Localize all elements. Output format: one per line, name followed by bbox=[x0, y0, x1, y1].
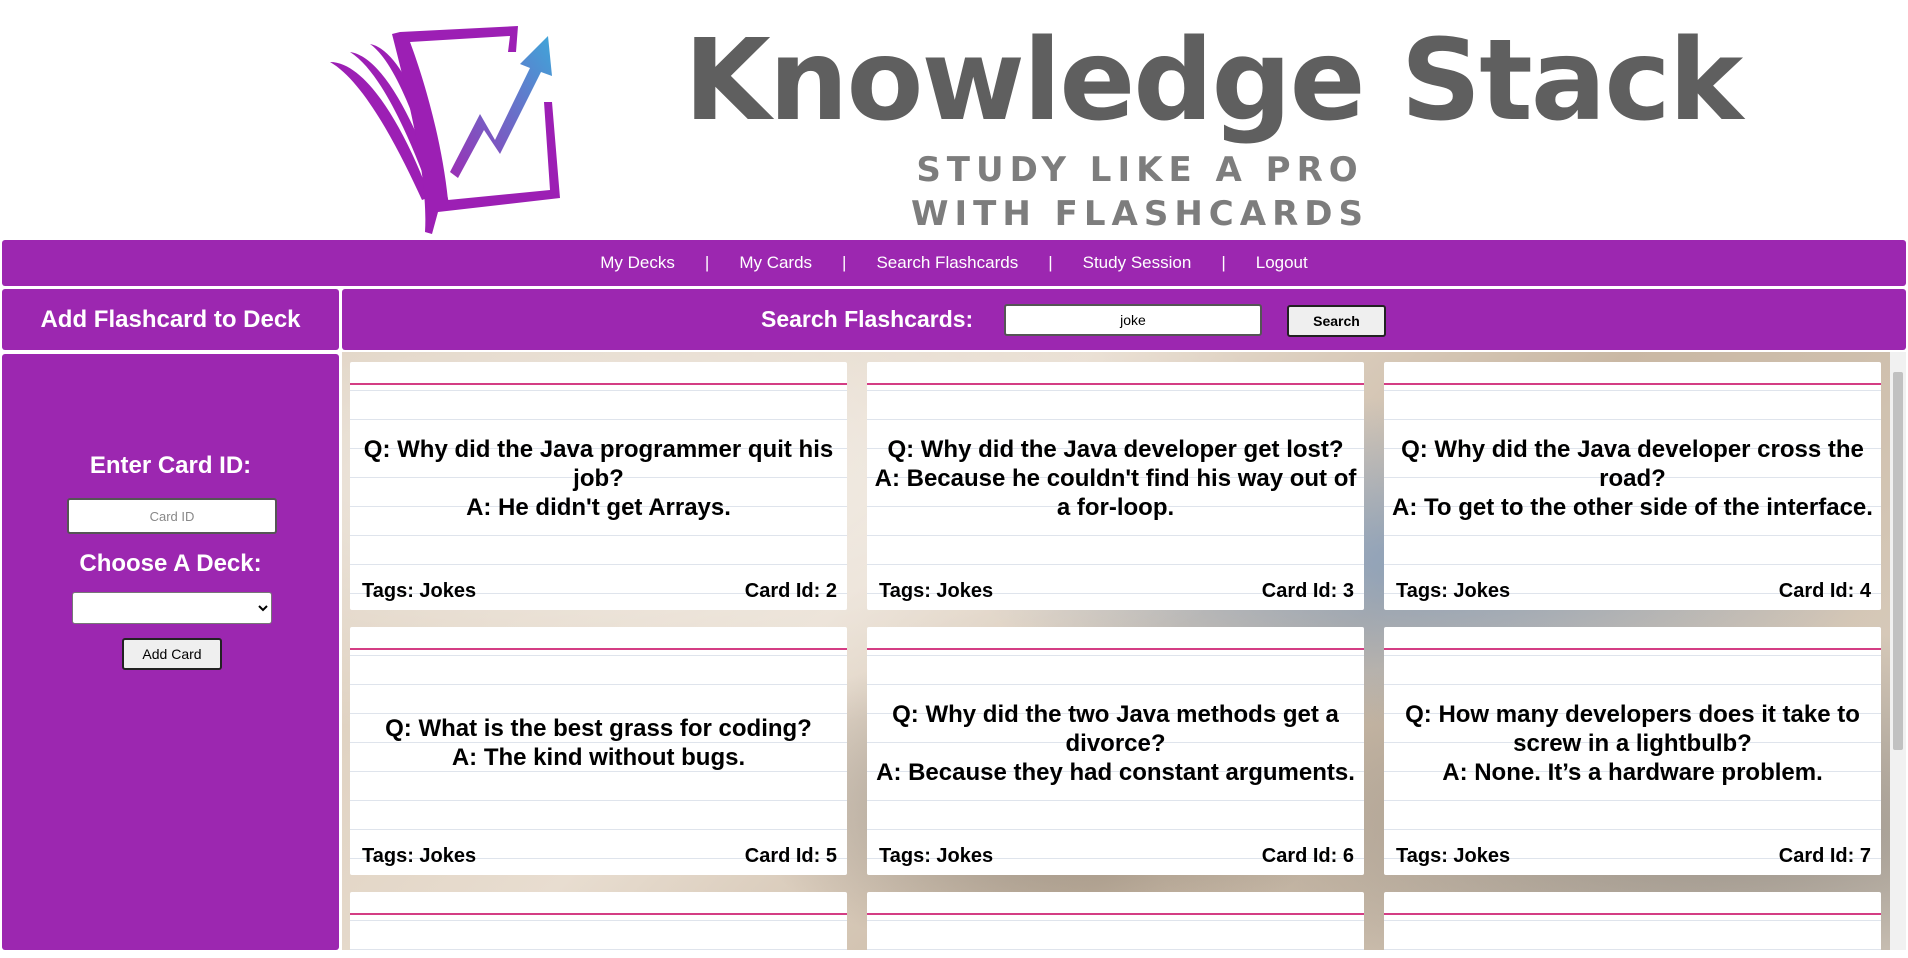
card-id: Card Id: 5 bbox=[744, 845, 837, 867]
search-bar: Search Flashcards: Search bbox=[342, 289, 1906, 350]
add-flashcard-title: Add Flashcard to Deck bbox=[2, 289, 339, 350]
card-question: Q: Why did the two Java methods get a di… bbox=[892, 700, 1339, 757]
card-id: Card Id: 4 bbox=[1778, 580, 1871, 602]
card-id: Card Id: 7 bbox=[1778, 845, 1871, 867]
flashcard[interactable]: Q: Why did the Java developer get lost? … bbox=[867, 362, 1364, 610]
card-tags: Tags: Jokes bbox=[1396, 580, 1511, 602]
nav-separator: | bbox=[842, 253, 847, 272]
nav-logout[interactable]: Logout bbox=[1256, 253, 1308, 273]
main-nav: My Decks | My Cards | Search Flashcards … bbox=[2, 240, 1906, 286]
results-scrollbar[interactable] bbox=[1890, 352, 1906, 950]
card-answer: A: Because he couldn't find his way out … bbox=[874, 464, 1357, 521]
cards-grid: Q: Why did the Java programmer quit his … bbox=[350, 362, 1881, 950]
card-body: Q: Why did the Java developer cross the … bbox=[1388, 392, 1877, 564]
nav-separator: | bbox=[704, 253, 710, 272]
flashcard[interactable]: Q: What is the best grass for coding? A:… bbox=[350, 627, 847, 875]
add-flashcard-panel: Enter Card ID: Choose A Deck: Add Card bbox=[2, 354, 339, 950]
search-input[interactable] bbox=[1004, 304, 1262, 336]
card-body: Q: What is the best grass for coding? A:… bbox=[354, 657, 843, 829]
card-question: Q: Why did the Java programmer quit his … bbox=[363, 435, 834, 492]
card-id: Card Id: 6 bbox=[1261, 845, 1354, 867]
flashcard[interactable] bbox=[1384, 892, 1881, 950]
search-results[interactable]: Q: Why did the Java programmer quit his … bbox=[342, 352, 1890, 950]
card-tags: Tags: Jokes bbox=[879, 845, 994, 867]
nav-my-decks[interactable]: My Decks bbox=[600, 253, 675, 273]
nav-my-cards[interactable]: My Cards bbox=[739, 253, 812, 273]
card-question: Q: Why did the Java developer cross the … bbox=[1401, 435, 1864, 492]
card-body: Q: Why did the Java developer get lost? … bbox=[871, 392, 1360, 564]
card-answer: A: Because they had constant arguments. bbox=[876, 758, 1355, 786]
card-tags: Tags: Jokes bbox=[879, 580, 994, 602]
nav-separator: | bbox=[1221, 253, 1226, 272]
card-tags: Tags: Jokes bbox=[362, 580, 477, 602]
scrollbar-thumb[interactable] bbox=[1893, 372, 1903, 750]
card-body: Q: Why did the two Java methods get a di… bbox=[871, 657, 1360, 829]
card-id-input[interactable] bbox=[67, 498, 277, 534]
card-id-label: Enter Card ID: bbox=[89, 452, 252, 479]
nav-study-session[interactable]: Study Session bbox=[1083, 253, 1192, 273]
deck-select[interactable] bbox=[72, 592, 272, 624]
card-answer: A: He didn't get Arrays. bbox=[466, 493, 731, 521]
card-question: Q: Why did the Java developer get lost? bbox=[887, 435, 1344, 463]
flashcard[interactable]: Q: Why did the Java programmer quit his … bbox=[350, 362, 847, 610]
card-question: Q: What is the best grass for coding? bbox=[385, 715, 812, 742]
flashcard[interactable] bbox=[867, 892, 1364, 950]
deck-label: Choose A Deck: bbox=[79, 550, 262, 577]
card-question: Q: How many developers does it take to s… bbox=[1405, 700, 1860, 757]
card-tags: Tags: Jokes bbox=[1396, 845, 1511, 867]
search-label: Search Flashcards: bbox=[761, 306, 974, 332]
card-id: Card Id: 3 bbox=[1261, 580, 1354, 602]
flashcard[interactable] bbox=[350, 892, 847, 950]
add-card-button[interactable]: Add Card bbox=[122, 638, 222, 670]
nav-search-flashcards[interactable]: Search Flashcards bbox=[876, 253, 1018, 273]
card-body: Q: Why did the Java programmer quit his … bbox=[354, 392, 843, 564]
card-body: Q: How many developers does it take to s… bbox=[1388, 657, 1877, 829]
card-answer: A: To get to the other side of the inter… bbox=[1392, 493, 1873, 521]
site-header: Knowledge Stack STUDY LIKE A PRO WITH FL… bbox=[0, 0, 1908, 238]
brand-title: Knowledge Stack bbox=[684, 16, 1743, 146]
card-tags: Tags: Jokes bbox=[362, 845, 477, 867]
search-button[interactable]: Search bbox=[1287, 305, 1386, 337]
flashcard[interactable]: Q: Why did the Java developer cross the … bbox=[1384, 362, 1881, 610]
card-id: Card Id: 2 bbox=[744, 580, 837, 602]
card-answer: A: None. It’s a hardware problem. bbox=[1442, 758, 1823, 786]
knowledge-stack-logo-icon bbox=[330, 26, 560, 234]
brand-tagline: STUDY LIKE A PRO WITH FLASHCARDS bbox=[911, 150, 1369, 234]
flashcard[interactable]: Q: Why did the two Java methods get a di… bbox=[867, 627, 1364, 875]
flashcard[interactable]: Q: How many developers does it take to s… bbox=[1384, 627, 1881, 875]
card-answer: A: The kind without bugs. bbox=[451, 744, 746, 771]
nav-separator: | bbox=[1048, 253, 1053, 272]
